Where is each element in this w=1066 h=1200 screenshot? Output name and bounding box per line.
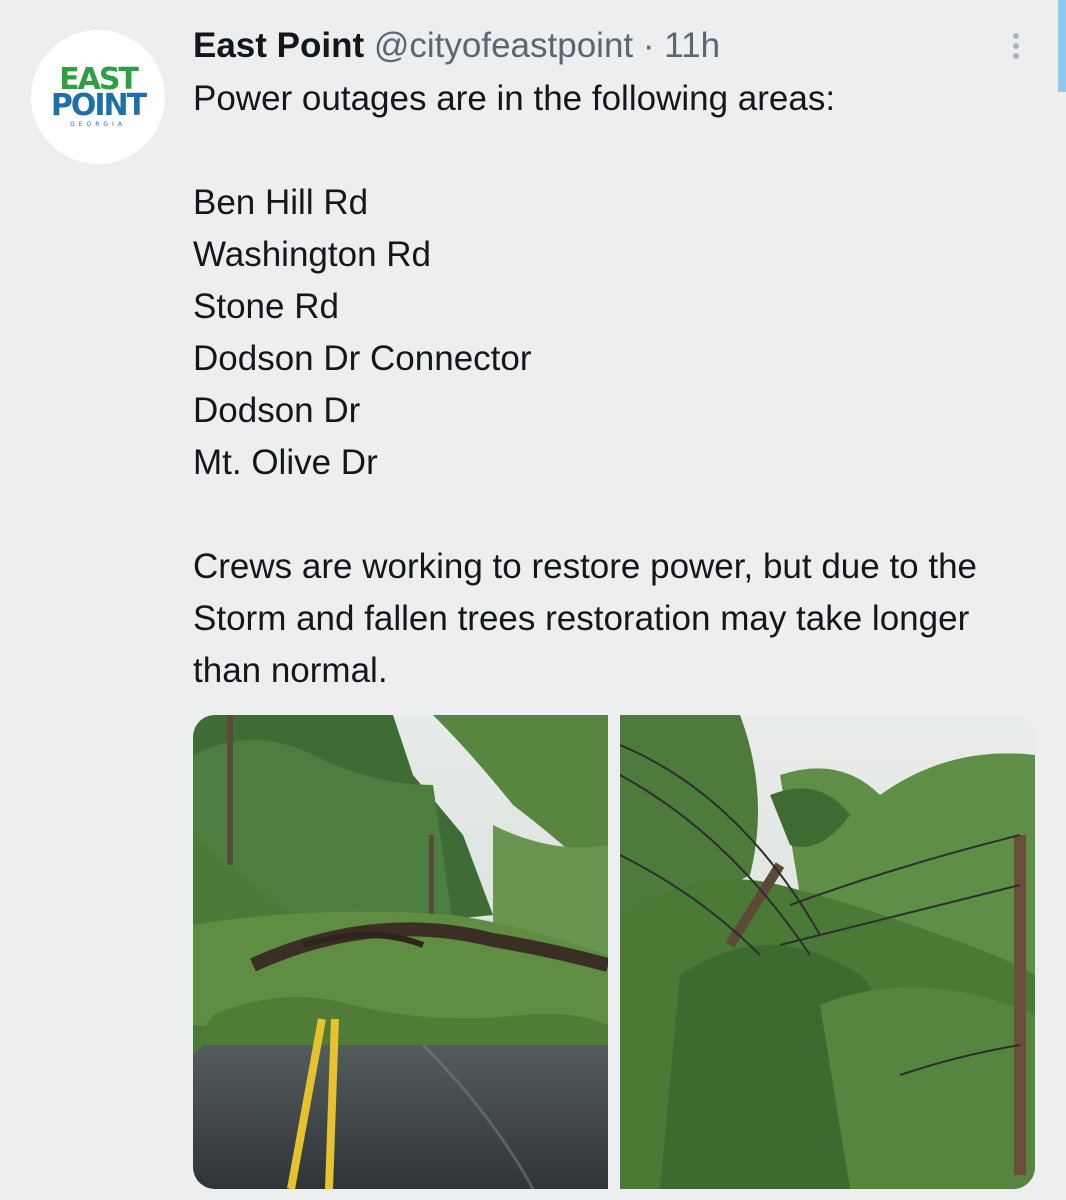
photo-fallen-tree-road[interactable] <box>193 715 608 1189</box>
author-handle[interactable]: @cityofeastpoint <box>374 26 633 65</box>
intro-text: Power outages are in the following areas… <box>193 79 836 118</box>
tweet-header: East Point @cityofeastpoint · 11h <box>193 24 720 68</box>
closing-text: Crews are working to restore power, but … <box>193 547 978 690</box>
street-item: Mt. Olive Dr <box>193 443 378 482</box>
tweet[interactable]: EAST POINT GEORGIA East Point @cityofeas… <box>0 0 1066 1200</box>
street-item: Dodson Dr Connector <box>193 339 532 378</box>
timestamp[interactable]: 11h <box>664 26 720 65</box>
time-separator: · <box>642 26 655 65</box>
avatar-logo-line3: GEORGIA <box>70 120 126 128</box>
avatar-logo-line2: POINT <box>50 87 147 123</box>
avatar[interactable]: EAST POINT GEORGIA <box>31 30 165 164</box>
street-item: Ben Hill Rd <box>193 183 369 222</box>
scroll-indicator <box>1058 0 1066 92</box>
media-grid <box>193 715 1035 1189</box>
utility-pole-image <box>620 715 1035 1189</box>
more-options-icon[interactable] <box>1004 24 1028 68</box>
street-item: Stone Rd <box>193 287 339 326</box>
tweet-text: Power outages are in the following areas… <box>193 73 1043 697</box>
photo-leaning-utility-pole[interactable] <box>620 715 1035 1189</box>
author-name[interactable]: East Point <box>193 26 364 65</box>
street-list: Ben Hill Rd Washington Rd Stone Rd Dodso… <box>193 177 1043 489</box>
fallen-tree-image <box>193 715 608 1189</box>
street-item: Washington Rd <box>193 235 431 274</box>
street-item: Dodson Dr <box>193 391 361 430</box>
